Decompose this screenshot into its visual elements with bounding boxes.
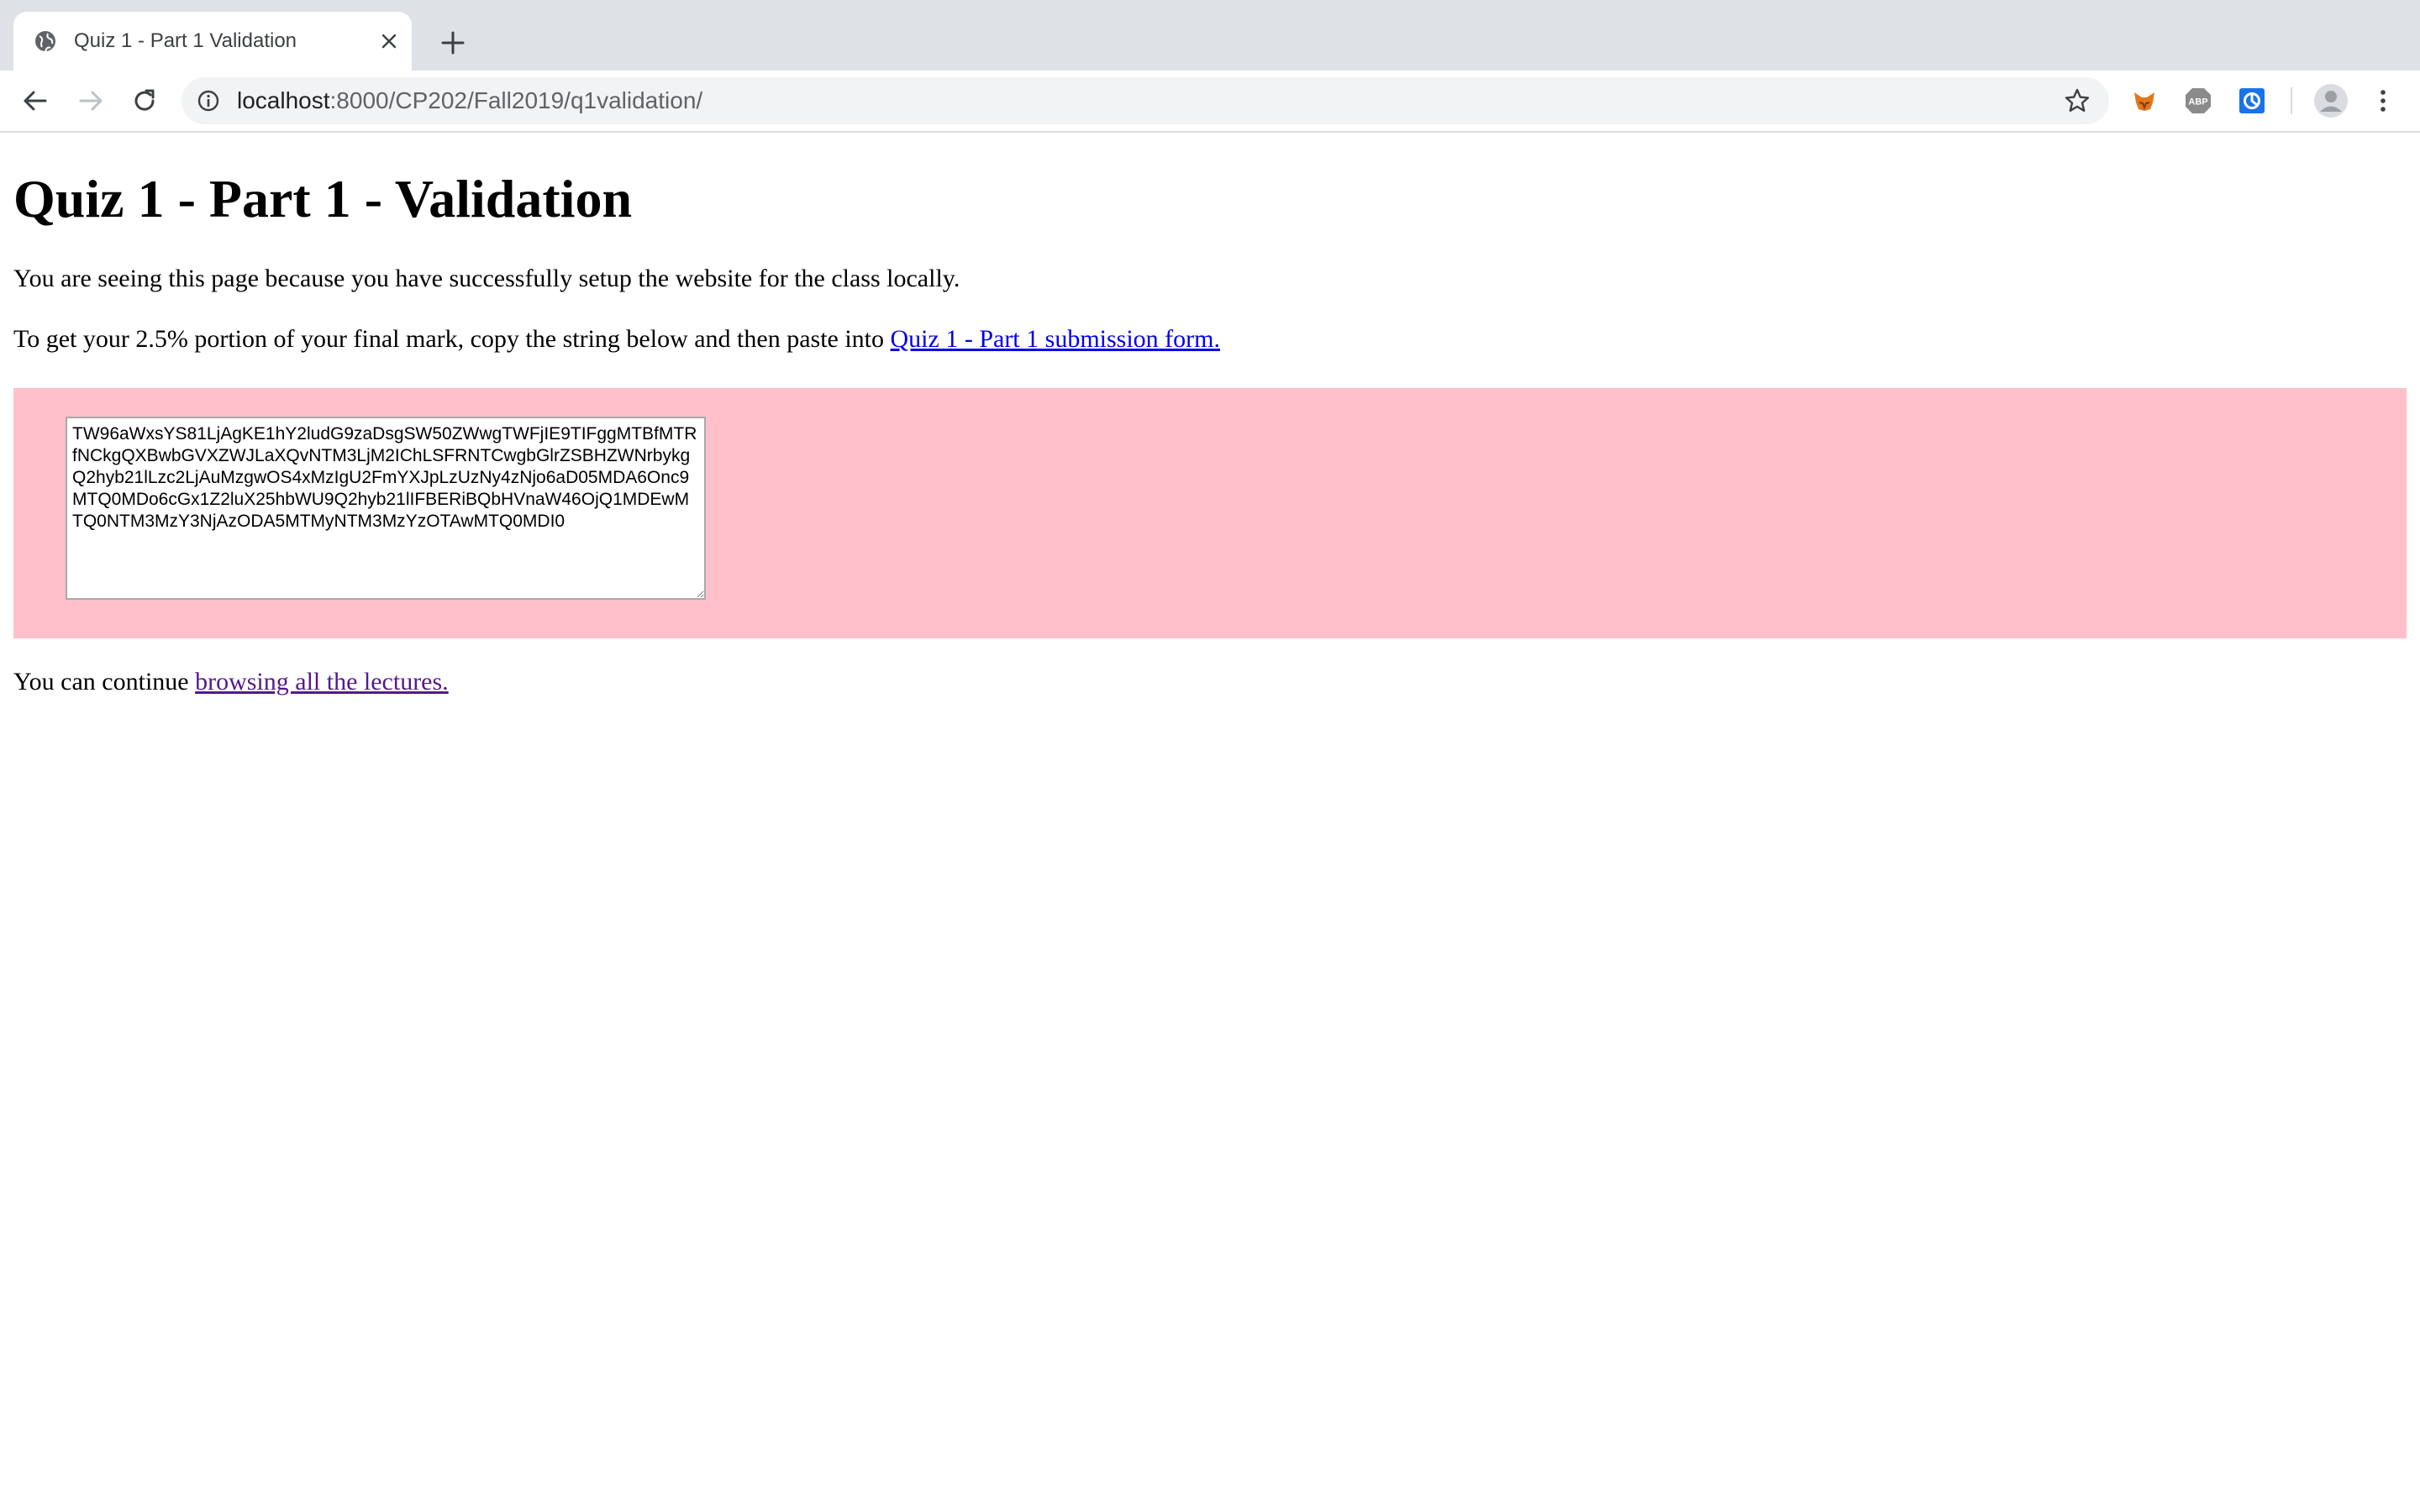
extension-icon[interactable] [2237,86,2267,116]
svg-text:ABP: ABP [2188,97,2207,108]
submission-form-link[interactable]: Quiz 1 - Part 1 submission form. [891,325,1220,353]
token-panel: TW96aWxsYS81LjAgKE1hY2ludG9zaDsgSW50ZWwg… [13,388,2407,638]
close-tab-icon[interactable] [378,30,400,52]
tab-strip: Quiz 1 - Part 1 Validation [0,0,2420,71]
page-title: Quiz 1 - Part 1 - Validation [13,169,633,228]
adblock-plus-icon[interactable]: ABP [2183,86,2213,116]
url-path: :8000/CP202/Fall2019/q1validation/ [329,87,703,113]
url-text[interactable]: localhost:8000/CP202/Fall2019/q1validati… [237,87,702,114]
browser-tab[interactable]: Quiz 1 - Part 1 Validation [13,12,412,71]
reload-icon[interactable] [129,86,160,116]
forward-arrow-icon[interactable] [76,86,106,116]
lectures-link[interactable]: browsing all the lectures. [195,668,449,696]
new-tab-icon[interactable] [439,29,467,57]
token-textarea[interactable]: TW96aWxsYS81LjAgKE1hY2ludG9zaDsgSW50ZWwg… [66,417,706,600]
instruction-prefix: To get your 2.5% portion of your final m… [13,325,891,353]
globe-icon [35,31,55,52]
toolbar-divider [2291,87,2292,114]
address-bar[interactable]: localhost:8000/CP202/Fall2019/q1validati… [182,77,2109,124]
continue-text: You can continue browsing all the lectur… [13,667,449,697]
back-arrow-icon[interactable] [20,86,50,116]
info-icon[interactable] [197,89,220,113]
intro-text: You are seeing this page because you hav… [13,265,960,292]
tab-title: Quiz 1 - Part 1 Validation [74,29,297,52]
browser-toolbar: localhost:8000/CP202/Fall2019/q1validati… [0,71,2420,133]
instruction-text: To get your 2.5% portion of your final m… [13,324,1220,354]
metamask-icon[interactable] [2129,86,2160,116]
menu-kebab-icon[interactable] [2368,86,2398,116]
url-host: localhost [237,87,330,113]
continue-prefix: You can continue [13,668,196,696]
bookmark-star-icon[interactable] [2064,87,2091,114]
profile-avatar-icon[interactable] [2312,82,2349,119]
